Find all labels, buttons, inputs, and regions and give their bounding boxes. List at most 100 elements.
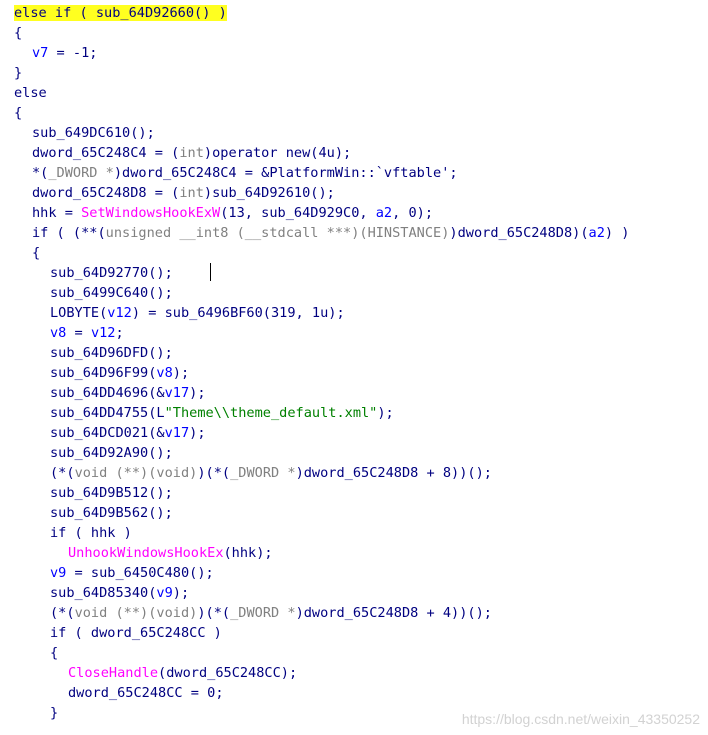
code-text: { (14, 105, 22, 121)
code-text: sub_64D92A90(); (50, 445, 173, 461)
code-text: } (14, 65, 22, 81)
code-line[interactable]: (*(void (**)(void))(*(_DWORD *)dword_65C… (14, 463, 708, 483)
code-token: ); (189, 385, 206, 401)
code-token: CloseHandle (68, 665, 159, 681)
code-token: sub_64D92A90(); (50, 445, 173, 461)
code-token: _DWORD * (48, 165, 114, 181)
code-line[interactable]: sub_64D9B562(); (14, 503, 708, 523)
highlighted-code: else if ( sub_64D92660() ) (14, 5, 227, 21)
code-text: *(_DWORD *)dword_65C248C4 = &PlatformWin… (32, 165, 458, 181)
code-line[interactable]: { (14, 643, 708, 663)
code-text: sub_64DCD021(&v17); (50, 425, 206, 441)
code-token: )(*( (197, 605, 231, 621)
code-token: )sub_64D92610(); (203, 185, 335, 201)
code-text: UnhookWindowsHookEx(hhk); (68, 545, 273, 561)
code-text: sub_64D9B562(); (50, 505, 173, 521)
code-line[interactable]: else if ( sub_64D92660() ) (14, 3, 708, 23)
code-line[interactable]: if ( hhk ) (14, 523, 708, 543)
pseudocode-view[interactable]: else if ( sub_64D92660() ) { v7 = -1;} else… (0, 0, 708, 735)
code-token: sub_64D85340( (50, 585, 157, 601)
code-token: )(*( (197, 465, 231, 481)
code-token: )dword_65C248D8 + 4))(); (295, 605, 492, 621)
code-token: , 0); (392, 205, 434, 221)
code-token: sub_6499C640(); (50, 285, 173, 301)
code-line[interactable]: sub_64DD4696(&v17); (14, 383, 708, 403)
code-token: ; (115, 325, 124, 341)
code-token: } (14, 65, 23, 81)
code-line[interactable]: (*(void (**)(void))(*(_DWORD *)dword_65C… (14, 603, 708, 623)
code-token: sub_64D9B512(); (50, 485, 173, 501)
code-text: { (14, 25, 22, 41)
pseudocode-listing[interactable]: else if ( sub_64D92660() ) { v7 = -1;} else… (14, 3, 708, 723)
code-token: (*( (50, 465, 75, 481)
code-line[interactable]: sub_64DCD021(&v17); (14, 423, 708, 443)
code-line[interactable]: if ( (**(unsigned __int8 (__stdcall ***)… (14, 223, 708, 243)
code-line[interactable]: dword_65C248CC = 0; (14, 683, 708, 703)
code-line[interactable]: LOBYTE(v12) = sub_6496BF60(319, 1u); (14, 303, 708, 323)
code-token: )operator new(4u); (203, 145, 352, 161)
code-token: int (179, 145, 204, 161)
code-text: (*(void (**)(void))(*(_DWORD *)dword_65C… (50, 605, 492, 621)
code-token: (*( (50, 605, 75, 621)
code-token: dword_65C248C4 = ( (32, 145, 180, 161)
code-token: )dword_65C248D8)( (449, 225, 589, 241)
code-token: (hhk); (223, 545, 273, 561)
code-text: CloseHandle(dword_65C248CC); (68, 665, 297, 681)
code-text: v8 = v12; (50, 325, 124, 341)
watermark: https://blog.csdn.net/weixin_43350252 (461, 711, 700, 727)
code-token: sub_649DC610(); (32, 125, 155, 141)
code-line[interactable]: { (14, 103, 708, 123)
code-line[interactable]: sub_64D96DFD(); (14, 343, 708, 363)
code-line[interactable]: v9 = sub_6450C480(); (14, 563, 708, 583)
code-token: void (**)(void) (74, 465, 198, 481)
code-line[interactable]: else (14, 83, 708, 103)
code-text: { (32, 245, 40, 261)
code-line[interactable]: sub_64D92A90(); (14, 443, 708, 463)
code-line[interactable]: sub_6499C640(); (14, 283, 708, 303)
code-token: ); (172, 585, 190, 601)
code-text: { (50, 645, 58, 661)
code-token: { (14, 25, 23, 41)
code-token: else (14, 85, 47, 101)
code-token: "Theme\\theme_default.xml" (164, 405, 378, 421)
code-line[interactable]: v7 = -1; (14, 43, 708, 63)
code-line[interactable]: CloseHandle(dword_65C248CC); (14, 663, 708, 683)
code-token: _DWORD * (230, 465, 296, 481)
code-token: = (66, 325, 91, 341)
code-token: dword_65C248CC = 0; (68, 685, 224, 701)
code-line[interactable]: dword_65C248D8 = (int)sub_64D92610(); (14, 183, 708, 203)
code-line[interactable]: sub_64D96F99(v8); (14, 363, 708, 383)
code-line[interactable]: sub_649DC610(); (14, 123, 708, 143)
code-line[interactable]: sub_64D85340(v9); (14, 583, 708, 603)
text-cursor (210, 263, 211, 281)
code-line[interactable]: UnhookWindowsHookEx(hhk); (14, 543, 708, 563)
code-token: if ( dword_65C248CC ) (50, 625, 222, 641)
code-line[interactable]: } (14, 63, 708, 83)
code-token: a2 (375, 205, 393, 221)
code-token: sub_64DD4696(& (50, 385, 165, 401)
code-text: sub_64D85340(v9); (50, 585, 189, 601)
code-text: sub_64D9B512(); (50, 485, 173, 501)
code-line[interactable]: { (14, 23, 708, 43)
code-token: (13, sub_64D929C0, (220, 205, 376, 221)
code-text: sub_64D96DFD(); (50, 345, 173, 361)
code-line[interactable]: v8 = v12; (14, 323, 708, 343)
code-line[interactable]: sub_64DD4755(L"Theme\\theme_default.xml"… (14, 403, 708, 423)
code-line[interactable]: dword_65C248C4 = (int)operator new(4u); (14, 143, 708, 163)
code-line[interactable]: { (14, 243, 708, 263)
code-token: sub_64D92770(); (50, 265, 173, 281)
code-text: dword_65C248C4 = (int)operator new(4u); (32, 145, 351, 161)
code-token: sub_64D96DFD(); (50, 345, 173, 361)
code-line[interactable]: sub_64D92770(); (14, 263, 708, 283)
code-token: unsigned __int8 (__stdcall ***)(HINSTANC… (105, 225, 450, 241)
code-line[interactable]: sub_64D9B512(); (14, 483, 708, 503)
code-token: v8 (156, 365, 173, 381)
code-token: v17 (164, 425, 190, 441)
code-token: else if ( sub_64D92660() ) (14, 5, 227, 21)
code-line[interactable]: if ( dword_65C248CC ) (14, 623, 708, 643)
code-token: ) ) (604, 225, 630, 241)
code-token: (dword_65C248CC); (158, 665, 298, 681)
code-line[interactable]: hhk = SetWindowsHookExW(13, sub_64D929C0… (14, 203, 708, 223)
code-token: sub_64DD4755(L (50, 405, 165, 421)
code-line[interactable]: *(_DWORD *)dword_65C248C4 = &PlatformWin… (14, 163, 708, 183)
